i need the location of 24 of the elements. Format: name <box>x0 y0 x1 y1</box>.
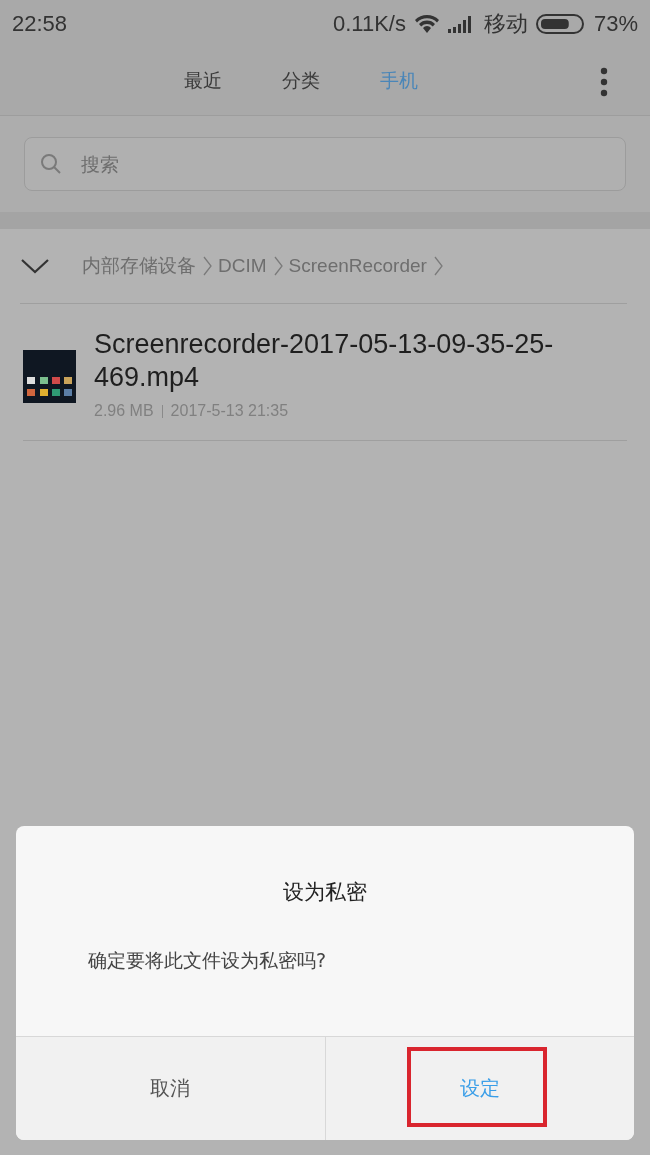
collapse-chevron-icon[interactable] <box>20 257 50 275</box>
cancel-button[interactable]: 取消 <box>16 1037 326 1140</box>
chevron-right-icon <box>272 256 283 276</box>
breadcrumb-item[interactable]: 内部存储设备 <box>82 253 196 279</box>
confirm-button[interactable]: 设定 <box>325 1037 634 1140</box>
battery-icon <box>535 13 586 34</box>
network-speed: 0.11K/s <box>332 10 406 37</box>
breadcrumb-item[interactable]: DCIM <box>218 255 267 277</box>
dialog-message: 确定要将此文件设为私密吗? <box>88 948 328 973</box>
breadcrumb-item[interactable]: ScreenRecorder <box>288 255 427 277</box>
carrier-name: 移动 <box>483 9 528 38</box>
chevron-right-icon <box>432 256 443 276</box>
clock-time: 22:58 <box>12 10 68 37</box>
battery-percent: 73% <box>593 10 638 37</box>
dialog-title: 设为私密 <box>282 879 368 906</box>
wifi-icon <box>413 13 440 34</box>
search-icon <box>40 153 62 175</box>
tab[interactable]: 分类 <box>282 64 320 98</box>
chevron-right-icon <box>202 256 212 276</box>
more-menu-icon[interactable] <box>600 67 608 97</box>
tab[interactable]: 最近 <box>184 64 222 98</box>
file-name[interactable]: Screenrecorder-2017-05-13-09-35-25-469.mp4 <box>94 328 562 394</box>
tab[interactable]: 手机 <box>380 64 418 98</box>
search-field[interactable]: 搜索 <box>24 137 626 191</box>
